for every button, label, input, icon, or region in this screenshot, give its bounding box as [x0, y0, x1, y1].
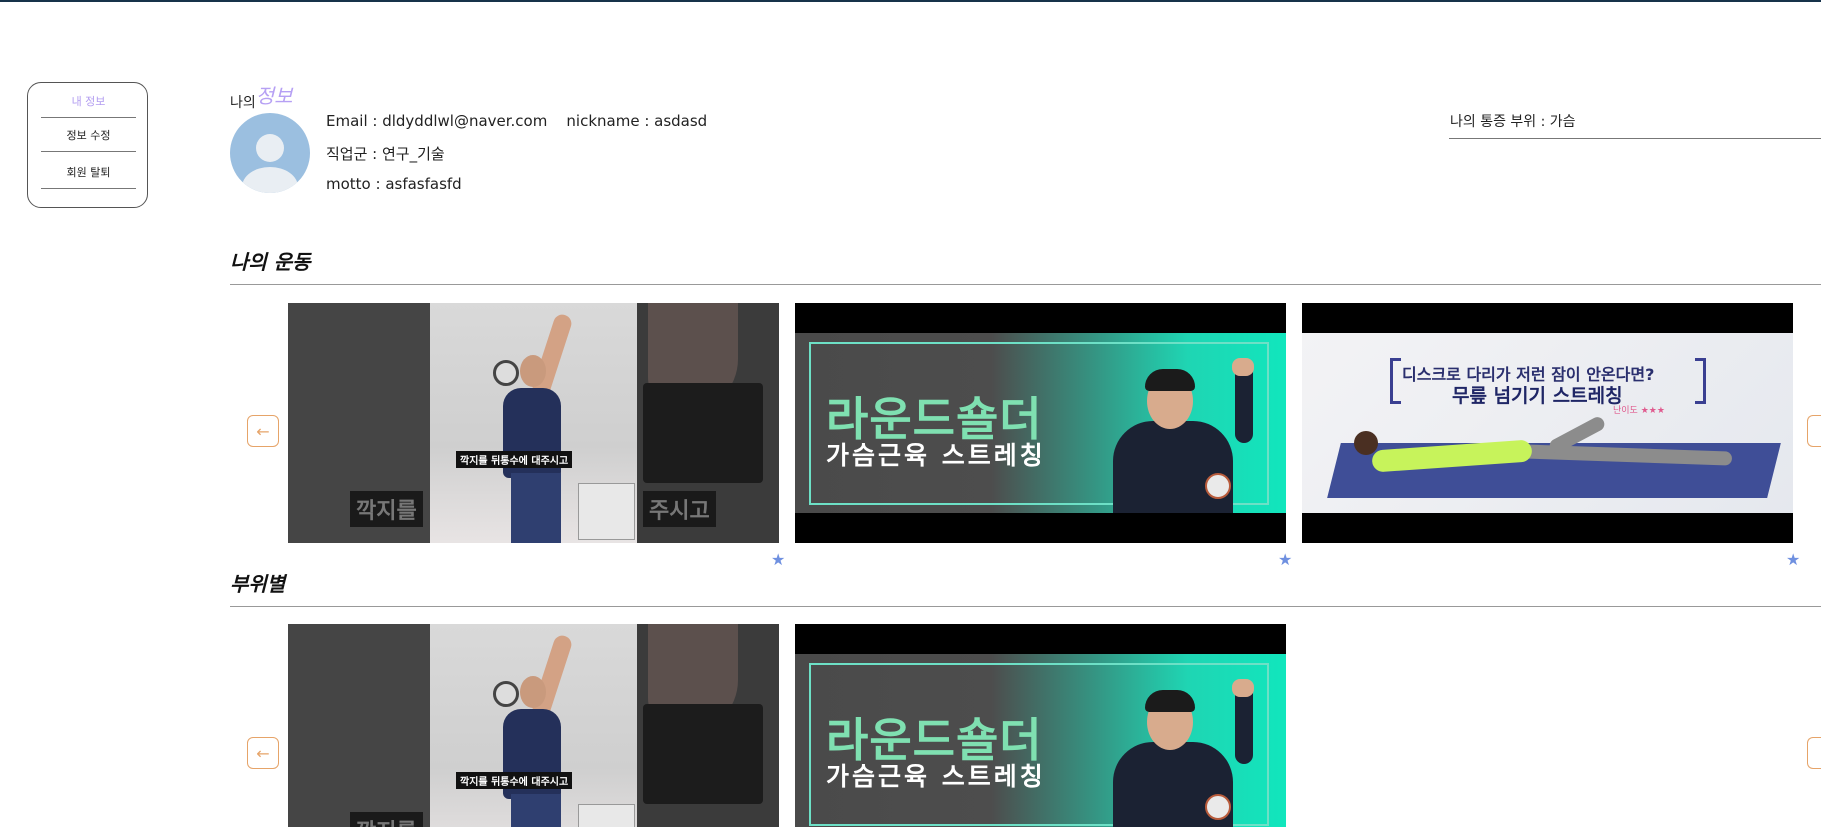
favorite-star-icon[interactable]: ★	[1278, 550, 1292, 569]
thumb-cabinet	[578, 804, 635, 827]
sidebar-item-edit-info[interactable]: 정보 수정	[41, 119, 136, 152]
thumb-hair	[1145, 690, 1195, 712]
thumb-subtitle: 가슴근육 스트레칭	[826, 762, 1046, 791]
avatar-head-icon	[256, 134, 284, 162]
sidebar-item-my-info[interactable]: 내 정보	[41, 85, 136, 118]
thumb-legs	[511, 794, 561, 827]
pain-area-text: 나의 통증 부위 : 가슴	[1450, 114, 1576, 130]
exercise-thumbnail[interactable]: 깍지를 깍지를 뒤통수에 대주시고	[288, 624, 779, 827]
section-title-by-part: 부위별	[230, 572, 286, 596]
thumb-subtitle: 무릎 넘기기 스트레칭	[1452, 385, 1623, 407]
page-title: 나의정보	[230, 84, 293, 113]
pain-area-divider	[1449, 138, 1821, 139]
carousel-prev-button[interactable]: ←	[247, 415, 279, 447]
thumb-cabinet	[578, 483, 635, 540]
thumb-hand	[1232, 358, 1254, 376]
email-nickname-text: Email : dldyddlwl@naver.com nickname : a…	[326, 112, 708, 130]
page-title-prefix: 나의	[230, 95, 256, 111]
thumb-monitor	[643, 704, 763, 804]
section-divider	[230, 606, 1821, 607]
thumb-subtitle: 깍지를 뒤통수에 대주시고	[456, 451, 573, 468]
thumb-bracket-right	[1695, 358, 1706, 404]
profile-sidebar: 내 정보 정보 수정 회원 탈퇴	[27, 82, 148, 208]
thumb-ghost-subtitle-left: 깍지를	[350, 812, 423, 827]
thumb-subtitle: 깍지를 뒤통수에 대주시고	[456, 772, 573, 789]
exercise-thumbnail[interactable]: 라운드숄더 가슴근육 스트레칭	[795, 624, 1286, 827]
sidebar-item-label: 회원 탈퇴	[66, 166, 111, 179]
favorite-star-icon[interactable]: ★	[1786, 550, 1800, 569]
carousel-prev-button[interactable]: ←	[247, 737, 279, 769]
section-divider	[230, 284, 1821, 285]
thumb-monitor	[643, 383, 763, 483]
thumb-badge	[1205, 794, 1231, 820]
thumb-ghost-subtitle-right: 주시고	[643, 491, 716, 527]
carousel-next-button[interactable]	[1807, 415, 1821, 447]
top-border	[0, 0, 1821, 2]
sidebar-item-withdraw[interactable]: 회원 탈퇴	[41, 156, 136, 189]
favorite-star-icon[interactable]: ★	[771, 550, 785, 569]
thumb-head	[520, 676, 546, 708]
thumb-hair	[1145, 369, 1195, 391]
thumb-person	[1113, 421, 1233, 513]
thumb-hand	[1232, 679, 1254, 697]
job-text: 직업군 : 연구_기술	[326, 145, 445, 163]
exercise-thumbnail[interactable]: 디스크로 다리가 저런 잠이 안온다면? 무릎 넘기기 스트레칭 난이도 ★★★	[1302, 303, 1793, 543]
sidebar-item-label: 내 정보	[71, 95, 106, 108]
page-title-accent: 정보	[255, 84, 293, 108]
thumb-bg-left	[288, 624, 430, 827]
exercise-thumbnail[interactable]: 깍지를 주시고 깍지를 뒤통수에 대주시고	[288, 303, 779, 543]
thumb-subtitle: 가슴근육 스트레칭	[826, 441, 1046, 470]
thumb-badge	[1205, 473, 1231, 499]
thumb-clock	[493, 681, 519, 707]
motto-text: motto : asfasfasfd	[326, 175, 462, 193]
avatar-body-icon	[242, 167, 298, 193]
thumb-head	[520, 355, 546, 387]
sidebar-item-label: 정보 수정	[66, 129, 111, 142]
exercise-thumbnail[interactable]: 라운드숄더 가슴근육 스트레칭	[795, 303, 1286, 543]
thumb-level: 난이도 ★★★	[1613, 406, 1665, 416]
arrow-left-icon: ←	[256, 421, 270, 441]
thumb-legs	[511, 473, 561, 543]
thumb-clock	[493, 360, 519, 386]
avatar	[230, 113, 310, 193]
thumb-head	[1354, 431, 1378, 455]
thumb-ghost-subtitle-left: 깍지를	[350, 491, 423, 527]
section-title-my-exercise: 나의 운동	[230, 250, 311, 274]
thumb-bracket-left	[1390, 358, 1401, 404]
arrow-left-icon: ←	[256, 743, 270, 763]
carousel-next-button[interactable]	[1807, 737, 1821, 769]
